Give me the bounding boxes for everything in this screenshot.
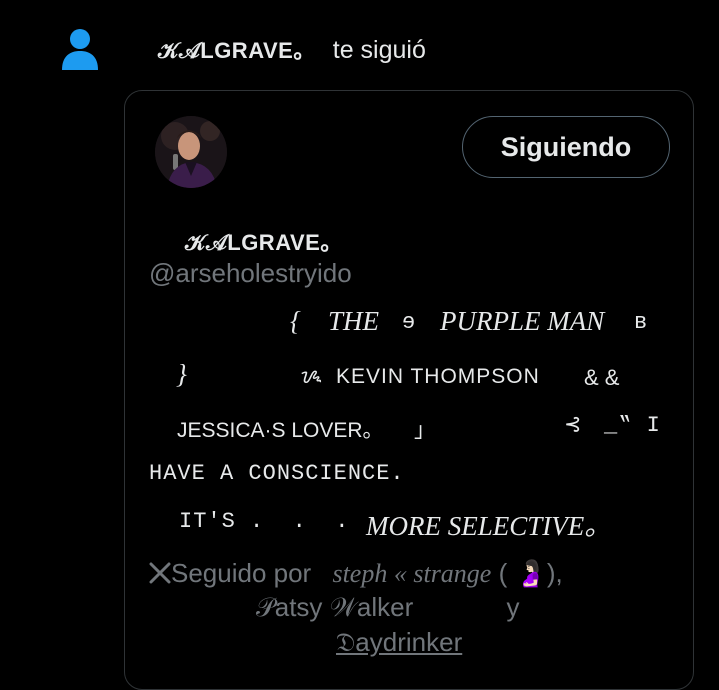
bio-brace-open: {	[290, 306, 301, 336]
bio-glyph-2: ʙ	[634, 310, 649, 335]
bio-i: _‟ I	[604, 413, 661, 438]
notification-actor-name[interactable]: 𝒦𝒜LGRAVE。	[158, 38, 316, 63]
bio-the: THE	[328, 306, 380, 336]
follower-name-2[interactable]: 𝒫atsy 𝒲alker	[256, 592, 413, 622]
bio-more-selective: MORE SELECTIVE。	[366, 511, 612, 541]
following-button[interactable]: Siguiendo	[462, 116, 670, 178]
followed-by-line-2: 𝒫atsy 𝒲alker y	[256, 592, 520, 624]
avatar[interactable]	[155, 116, 227, 188]
followed-by-line-3: 𝔇aydrinker	[336, 627, 462, 659]
follower-name-3[interactable]: 𝔇aydrinker	[336, 627, 462, 657]
bio-jessica-lover: JESSICA·S LOVER。	[177, 419, 384, 442]
bio-kevin-thompson: KEVIN THOMPSON	[336, 365, 540, 388]
followed-by-prefix: Seguido por	[171, 558, 312, 588]
profile-handle[interactable]: @arseholestryido	[149, 258, 352, 289]
bio-glyph-4: ⊰	[564, 413, 582, 436]
bio-conscience: HAVE A CONSCIENCE.	[149, 461, 405, 486]
bio-purple-man: PURPLE MAN	[440, 306, 605, 336]
bio-glyph-1: ɘ	[402, 310, 417, 335]
avatar-image	[155, 116, 227, 188]
person-icon	[62, 29, 98, 70]
follower-name-1[interactable]: steph « strange	[332, 559, 491, 588]
bio-glyph-3: ᝰ	[300, 365, 323, 388]
notification-action: te siguió	[332, 36, 426, 64]
x-logo-icon	[149, 562, 171, 584]
bio-ampersands: & &	[584, 365, 620, 390]
profile-display-name[interactable]: 𝒦𝒜LGRAVE。	[185, 225, 343, 257]
followed-by-line-1: Seguido por steph « strange ( 🤰🏻),	[149, 558, 563, 589]
bio-brace-close: }	[176, 359, 187, 389]
notification-text: 𝒦𝒜LGRAVE。 te siguió	[158, 33, 426, 65]
bio-bracket: 」	[414, 419, 435, 442]
bio-its: IT'S . . .	[179, 509, 350, 534]
follower-name-1-emoji: ( 🤰🏻),	[498, 558, 563, 588]
followed-by-joiner: y	[506, 592, 520, 622]
